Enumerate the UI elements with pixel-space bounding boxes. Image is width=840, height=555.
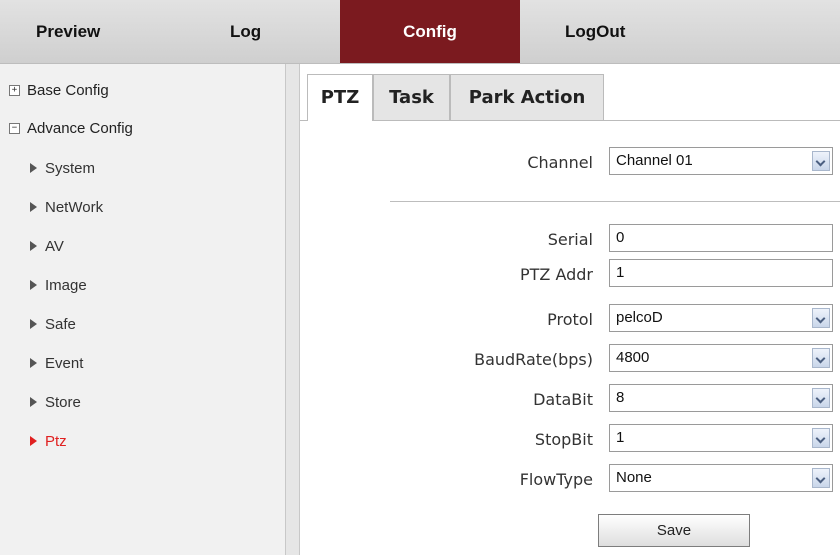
baudrate-select[interactable]: 4800 [609,344,833,372]
sidebar-item-store[interactable]: Store [30,394,81,411]
tab-bar: PTZ Task Park Action [300,70,840,121]
serial-label: Serial [547,230,593,249]
tab-ptz[interactable]: PTZ [307,74,373,121]
protol-row: Protol pelcoD [300,304,840,334]
sidebar-item-label: Ptz [45,433,67,450]
tree-advance-config[interactable]: − Advance Config [9,120,133,137]
sidebar-item-event[interactable]: Event [30,355,83,372]
flowtype-value: None [616,469,652,486]
triangle-right-icon [30,280,37,291]
databit-select[interactable]: 8 [609,384,833,412]
sidebar-item-safe[interactable]: Safe [30,316,76,333]
triangle-right-icon [30,319,37,330]
sidebar-item-label: Event [45,355,84,372]
sidebar-item-label: Safe [45,316,76,333]
triangle-right-icon [30,163,37,174]
chevron-down-icon[interactable] [812,468,830,488]
collapse-icon[interactable]: − [9,123,20,134]
tree-advance-config-label: Advance Config [27,120,133,137]
channel-row: Channel Channel 01 [300,147,840,177]
flowtype-row: FlowType None [300,464,840,494]
sidebar-item-image[interactable]: Image [30,277,87,294]
stopbit-select[interactable]: 1 [609,424,833,452]
channel-select[interactable]: Channel 01 [609,147,833,175]
baudrate-row: BaudRate(bps) 4800 [300,344,840,374]
nav-log[interactable]: Log [230,0,261,63]
databit-value: 8 [616,389,625,406]
nav-logout[interactable]: LogOut [565,0,625,63]
baudrate-label: BaudRate(bps) [474,350,593,369]
protol-select[interactable]: pelcoD [609,304,833,332]
serial-input[interactable]: 0 [609,224,833,252]
nav-preview[interactable]: Preview [36,0,100,63]
tree-base-config-label: Base Config [27,82,109,99]
sidebar-item-network[interactable]: NetWork [30,199,103,216]
channel-value: Channel 01 [616,152,693,169]
chevron-down-icon[interactable] [812,348,830,368]
channel-label: Channel [527,153,593,172]
triangle-right-icon [30,436,37,447]
expand-icon[interactable]: + [9,85,20,96]
triangle-right-icon [30,202,37,213]
chevron-down-icon[interactable] [812,388,830,408]
sidebar-item-system[interactable]: System [30,160,95,177]
databit-label: DataBit [533,390,593,409]
chevron-down-icon[interactable] [812,151,830,171]
sidebar-item-label: NetWork [45,199,104,216]
sidebar: + Base Config − Advance Config System Ne… [0,64,286,555]
flowtype-label: FlowType [519,470,593,489]
tree-base-config[interactable]: + Base Config [9,82,109,99]
triangle-right-icon [30,397,37,408]
panel-divider [286,64,300,555]
serial-row: Serial 0 [300,224,840,254]
stopbit-label: StopBit [534,430,593,449]
triangle-right-icon [30,358,37,369]
ptz-addr-input[interactable]: 1 [609,259,833,287]
nav-config[interactable]: Config [340,0,520,63]
section-divider [390,201,840,202]
top-navigation: Preview Log Config LogOut [0,0,840,64]
sidebar-item-av[interactable]: AV [30,238,64,255]
sidebar-item-label: Store [45,394,81,411]
sidebar-item-label: Image [45,277,87,294]
chevron-down-icon[interactable] [812,428,830,448]
triangle-right-icon [30,241,37,252]
stopbit-value: 1 [616,429,625,446]
tab-task[interactable]: Task [373,74,450,120]
baudrate-value: 4800 [616,349,650,366]
save-button[interactable]: Save [598,514,750,547]
sidebar-item-label: AV [45,238,64,255]
protol-value: pelcoD [616,309,663,326]
chevron-down-icon[interactable] [812,308,830,328]
flowtype-select[interactable]: None [609,464,833,492]
protol-label: Protol [547,310,593,329]
ptz-addr-label: PTZ Addr [519,265,593,284]
tab-park-action[interactable]: Park Action [450,74,604,120]
main-panel: PTZ Task Park Action Channel Channel 01 … [300,64,840,555]
sidebar-item-ptz[interactable]: Ptz [30,433,67,450]
ptz-addr-row: PTZ Addr 1 [300,259,840,289]
databit-row: DataBit 8 [300,384,840,414]
stopbit-row: StopBit 1 [300,424,840,454]
sidebar-item-label: System [45,160,96,177]
